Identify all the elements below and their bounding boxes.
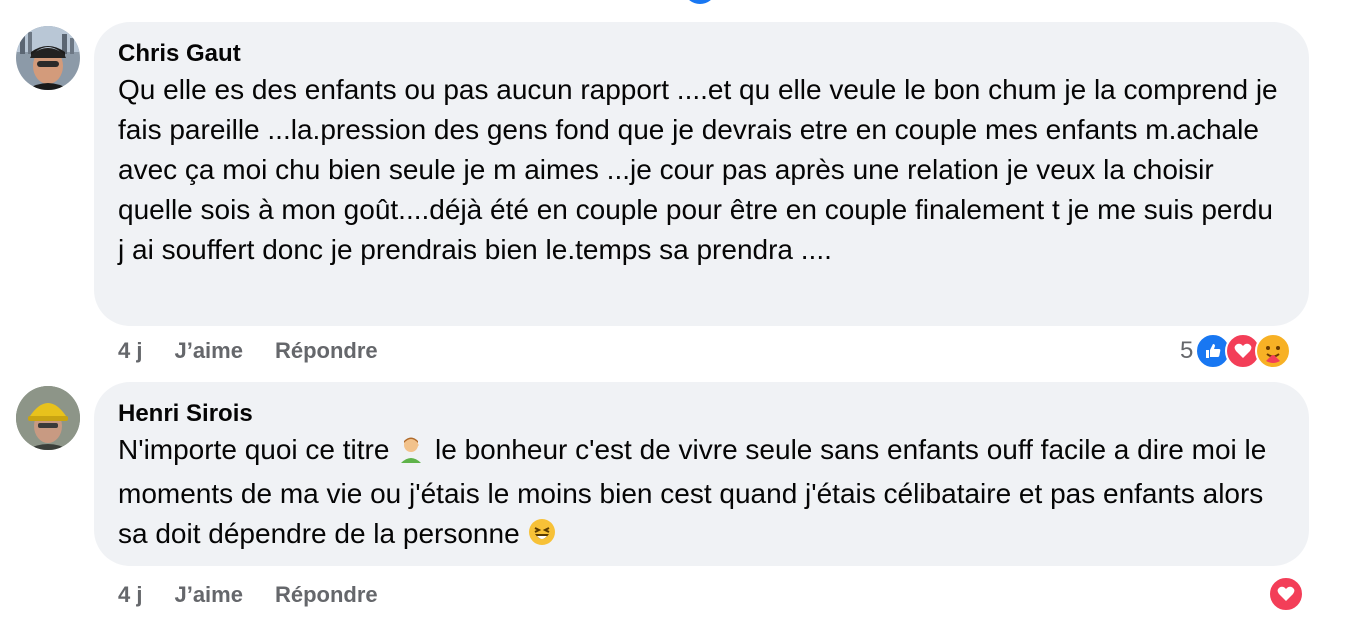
like-button[interactable]: J’aime [174, 338, 243, 364]
like-button[interactable]: J’aime [174, 582, 243, 608]
previous-comment-remnant [0, 0, 1356, 4]
comment-author[interactable]: Henri Sirois [118, 398, 253, 430]
facepalm-emoji [397, 433, 427, 474]
comment-author[interactable]: Chris Gaut [118, 38, 241, 70]
comment-text: Qu elle es des enfants ou pas aucun rapp… [118, 74, 1278, 265]
care-icon [1255, 333, 1292, 369]
comment-text-part: N'importe quoi ce titre [118, 434, 398, 465]
reaction-summary[interactable] [1268, 574, 1304, 614]
comment-timestamp[interactable]: 4 j [118, 338, 142, 364]
reply-button[interactable]: Répondre [275, 338, 378, 364]
reply-button[interactable]: Répondre [275, 582, 378, 608]
comment-actions: 4 j J’aime Répondre [118, 334, 410, 368]
laughing-emoji [527, 517, 557, 558]
avatar[interactable] [16, 386, 80, 450]
reaction-count: 5 [1180, 337, 1194, 364]
comment-timestamp[interactable]: 4 j [118, 582, 142, 608]
like-icon [686, 0, 714, 4]
love-icon [1268, 576, 1304, 612]
comment-actions: 4 j J’aime Répondre [118, 578, 410, 612]
comment-bubble: Chris Gaut Qu elle es des enfants ou pas… [94, 22, 1309, 326]
comment-text: N'importe quoi ce titre le bonheur c'est… [118, 430, 1285, 558]
avatar[interactable] [16, 26, 80, 90]
comment-bubble: Henri Sirois N'importe quoi ce titre le … [94, 382, 1309, 566]
reaction-summary[interactable]: 5 [1180, 331, 1292, 371]
